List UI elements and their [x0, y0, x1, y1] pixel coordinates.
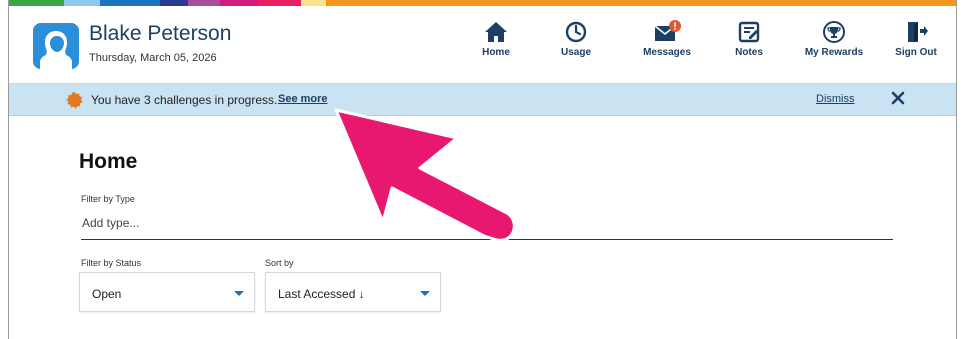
sign-out-icon [908, 22, 928, 42]
close-icon[interactable] [890, 90, 906, 106]
challenge-banner: You have 3 challenges in progress. See m… [9, 84, 956, 116]
nav-home[interactable]: Home [456, 20, 536, 58]
chevron-down-icon [234, 291, 244, 296]
nav-usage[interactable]: Usage [536, 20, 616, 58]
app-header: Blake Peterson Thursday, March 05, 2026 … [9, 6, 956, 84]
dismiss-link[interactable]: Dismiss [816, 93, 855, 105]
filter-status-select[interactable]: Open [79, 272, 255, 312]
clock-icon [565, 21, 587, 43]
current-date: Thursday, March 05, 2026 [89, 52, 217, 64]
envelope-icon [654, 20, 681, 41]
nav-my-rewards[interactable]: My Rewards [794, 20, 874, 58]
nav-label-usage: Usage [560, 47, 591, 58]
nav-messages[interactable]: Messages [627, 20, 707, 58]
see-more-link[interactable]: See more [278, 93, 328, 105]
nav-label-home: Home [482, 47, 510, 58]
filter-status-value: Open [92, 287, 122, 301]
filter-type-label: Filter by Type [81, 194, 135, 204]
avatar[interactable] [33, 23, 79, 69]
user-name: Blake Peterson [89, 22, 232, 45]
nav-label-sign-out: Sign Out [895, 47, 937, 58]
trophy-icon [823, 21, 845, 43]
nav-label-my-rewards: My Rewards [804, 47, 864, 58]
user-silhouette-icon [33, 23, 79, 69]
sort-by-select[interactable]: Last Accessed ↓ [265, 272, 441, 312]
filter-status-label: Filter by Status [81, 258, 142, 268]
nav-notes[interactable]: Notes [709, 20, 789, 58]
nav-label-messages: Messages [643, 47, 691, 58]
filter-type-input[interactable] [81, 206, 893, 240]
notes-icon [738, 21, 760, 43]
home-icon [485, 22, 507, 42]
nav-sign-out[interactable]: Sign Out [876, 20, 956, 58]
sort-by-value: Last Accessed ↓ [278, 287, 365, 301]
sort-by-label: Sort by [265, 258, 294, 268]
challenge-badge-icon [66, 92, 83, 109]
chevron-down-icon [420, 291, 430, 296]
banner-message: You have 3 challenges in progress. [91, 93, 278, 107]
page-title: Home [79, 150, 138, 173]
app-frame: Blake Peterson Thursday, March 05, 2026 … [8, 0, 957, 339]
main-nav: Home Usage Messages Notes My Rewards Sig… [456, 20, 956, 76]
nav-label-notes: Notes [735, 47, 763, 58]
